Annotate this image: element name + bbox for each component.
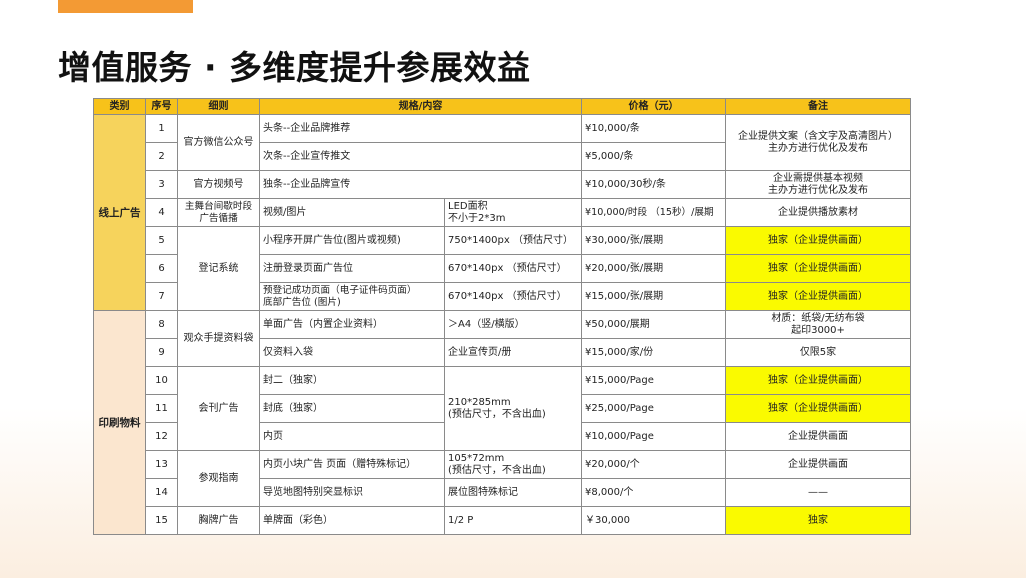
price-cell: ¥8,000/个 xyxy=(581,478,726,507)
category-online: 线上广告 xyxy=(93,114,146,311)
note-cell: 独家（企业提供画面） xyxy=(725,366,911,395)
note-cell: 独家（企业提供画面） xyxy=(725,226,911,255)
size-cell: 670*140px （预估尺寸） xyxy=(444,254,582,283)
size-cell: 670*140px （预估尺寸） xyxy=(444,282,582,311)
page-title: 增值服务 · 多维度提升参展效益 xyxy=(58,48,531,87)
size-cell: 企业宣传页/册 xyxy=(444,338,582,367)
size-cell: ＞A4（竖/横版） xyxy=(444,310,582,339)
note-cell: 企业提供画面 xyxy=(725,450,911,479)
header-category: 类别 xyxy=(93,98,146,115)
detail-cell: 官方微信公众号 xyxy=(177,114,260,171)
note-cell: —— xyxy=(725,478,911,507)
detail-cell: 会刊广告 xyxy=(177,366,260,451)
price-cell: ¥10,000/条 xyxy=(581,114,726,143)
price-cell: ¥10,000/时段 （15秒）/展期 xyxy=(581,198,726,227)
note-cell: 独家（企业提供画面） xyxy=(725,254,911,283)
spec-cell: 内页小块广告 页面（赠特殊标记） xyxy=(259,450,445,479)
row-number: 8 xyxy=(145,310,178,339)
detail-cell: 参观指南 xyxy=(177,450,260,507)
note-cell: 企业提供画面 xyxy=(725,422,911,451)
row-number: 2 xyxy=(145,142,178,171)
detail-cell: 观众手提资料袋 xyxy=(177,310,260,367)
note-cell: 材质：纸袋/无纺布袋 起印3000+ xyxy=(725,310,911,339)
note-cell: 企业提供文案（含文字及高清图片） 主办方进行优化及发布 xyxy=(725,114,911,171)
row-number: 1 xyxy=(145,114,178,143)
price-cell: ¥30,000/张/展期 xyxy=(581,226,726,255)
size-cell: 750*1400px （预估尺寸） xyxy=(444,226,582,255)
note-cell: 独家 xyxy=(725,506,911,535)
spec-cell: 单面广告（内置企业资料） xyxy=(259,310,445,339)
row-number: 6 xyxy=(145,254,178,283)
header-spec: 规格/内容 xyxy=(259,98,582,115)
row-number: 10 xyxy=(145,366,178,395)
row-number: 9 xyxy=(145,338,178,367)
price-cell: ¥25,000/Page xyxy=(581,394,726,423)
row-number: 12 xyxy=(145,422,178,451)
size-cell: 1/2 P xyxy=(444,506,582,535)
spec-cell: 预登记成功页面（电子证件码页面） 底部广告位 (图片) xyxy=(259,282,445,311)
note-cell: 企业需提供基本视频 主办方进行优化及发布 xyxy=(725,170,911,199)
note-cell: 独家（企业提供画面） xyxy=(725,394,911,423)
price-cell: ¥15,000/家/份 xyxy=(581,338,726,367)
spec-cell: 视频/图片 xyxy=(259,198,445,227)
price-cell: ¥15,000/Page xyxy=(581,366,726,395)
note-cell: 独家（企业提供画面） xyxy=(725,282,911,311)
size-cell: 105*72mm (预估尺寸，不含出血) xyxy=(444,450,582,479)
price-cell: ¥15,000/张/展期 xyxy=(581,282,726,311)
spec-cell: 封底（独家） xyxy=(259,394,445,423)
spec-cell: 单牌面（彩色） xyxy=(259,506,445,535)
table-row: 15 胸牌广告 单牌面（彩色） 1/2 P ￥30,000 独家 xyxy=(94,506,911,535)
row-number: 15 xyxy=(145,506,178,535)
table-row: 线上广告 1 官方微信公众号 头条--企业品牌推荐 ¥10,000/条 企业提供… xyxy=(93,114,911,311)
price-cell: ¥10,000/30秒/条 xyxy=(581,170,726,199)
table-row: 5 登记系统 小程序开屏广告位(图片或视频) 750*1400px （预估尺寸）… xyxy=(94,226,911,311)
spec-cell: 注册登录页面广告位 xyxy=(259,254,445,283)
row-number: 5 xyxy=(145,226,178,255)
note-cell: 企业提供播放素材 xyxy=(725,198,911,227)
spec-cell: 小程序开屏广告位(图片或视频) xyxy=(259,226,445,255)
size-cell: 展位图特殊标记 xyxy=(444,478,582,507)
table-row: 4 主舞台间歇时段 广告循播 视频/图片 LED面积 不小于2*3m ¥10,0… xyxy=(94,198,911,227)
detail-cell: 登记系统 xyxy=(177,226,260,311)
category-print: 印刷物料 xyxy=(93,310,146,535)
detail-cell: 主舞台间歇时段 广告循播 xyxy=(177,198,260,227)
row-number: 4 xyxy=(145,198,178,227)
table-row: 3 官方视频号 独条--企业品牌宣传 ¥10,000/30秒/条 企业需提供基本… xyxy=(94,170,911,199)
size-cell: 210*285mm (预估尺寸，不含出血) xyxy=(444,366,582,451)
header-price: 价格（元） xyxy=(581,98,726,115)
services-table: 类别 序号 细则 规格/内容 价格（元） 备注 线上广告 1 官方微信公众号 头… xyxy=(93,98,911,535)
price-cell: ¥20,000/个 xyxy=(581,450,726,479)
price-cell: ¥50,000/展期 xyxy=(581,310,726,339)
spec-cell: 次条--企业宣传推文 xyxy=(259,142,582,171)
header-detail: 细则 xyxy=(177,98,260,115)
spec-cell: 仅资料入袋 xyxy=(259,338,445,367)
accent-bar xyxy=(58,0,193,13)
size-cell: LED面积 不小于2*3m xyxy=(444,198,582,227)
table-row: 13 参观指南 内页小块广告 页面（赠特殊标记） 105*72mm (预估尺寸，… xyxy=(94,450,911,507)
row-number: 3 xyxy=(145,170,178,199)
table-header-row: 类别 序号 细则 规格/内容 价格（元） 备注 xyxy=(93,98,911,115)
spec-cell: 封二（独家） xyxy=(259,366,445,395)
header-note: 备注 xyxy=(725,98,911,115)
note-cell: 仅限5家 xyxy=(725,338,911,367)
spec-cell: 导览地图特别突显标识 xyxy=(259,478,445,507)
price-cell: ¥20,000/张/展期 xyxy=(581,254,726,283)
detail-cell: 胸牌广告 xyxy=(177,506,260,535)
spec-cell: 内页 xyxy=(259,422,445,451)
header-number: 序号 xyxy=(145,98,178,115)
table-row: 印刷物料 8 观众手提资料袋 单面广告（内置企业资料） ＞A4（竖/横版） ¥5… xyxy=(93,310,911,535)
table-row: 10 会刊广告 封二（独家） 210*285mm (预估尺寸，不含出血) ¥15… xyxy=(94,366,911,451)
spec-cell: 独条--企业品牌宣传 xyxy=(259,170,582,199)
row-number: 11 xyxy=(145,394,178,423)
row-number: 13 xyxy=(145,450,178,479)
detail-cell: 官方视频号 xyxy=(177,170,260,199)
price-cell: ￥30,000 xyxy=(581,506,726,535)
row-number: 7 xyxy=(145,282,178,311)
price-cell: ¥10,000/Page xyxy=(581,422,726,451)
spec-cell: 头条--企业品牌推荐 xyxy=(259,114,582,143)
price-cell: ¥5,000/条 xyxy=(581,142,726,171)
row-number: 14 xyxy=(145,478,178,507)
